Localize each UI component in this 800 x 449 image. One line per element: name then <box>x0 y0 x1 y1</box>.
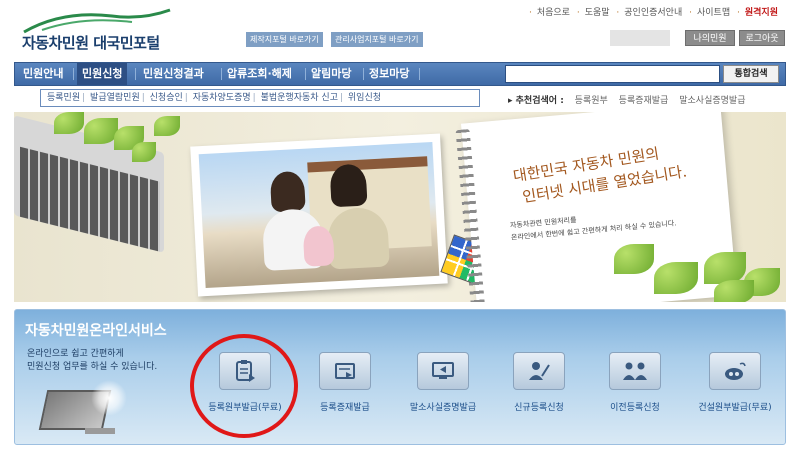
my-page-button[interactable]: 나의민원 <box>685 30 735 46</box>
submenu-registration[interactable]: 등록민원 <box>47 93 80 103</box>
leaf-decoration <box>132 142 156 162</box>
hero-banner: 대한민국 자동차 민원의 인터넷 시대를 열었습니다. 자동차관련 민원처리를 … <box>14 112 786 302</box>
leaf-decoration <box>154 116 180 136</box>
service-new-registration[interactable]: 신규등록신청 <box>499 352 579 422</box>
service-label: 건설원부발급(무료) <box>698 403 772 413</box>
keyword-link[interactable]: 등록증재발급 <box>619 96 669 106</box>
keyword-link[interactable]: 등록원부 <box>575 96 608 106</box>
submenu-issue-view[interactable]: 발급열람민원 <box>90 93 140 103</box>
main-navigation: 민원안내 민원신청 민원신청결과 압류조회·해제 알림마당 정보마당 통합검색 <box>14 62 786 86</box>
leaf-decoration <box>614 244 654 274</box>
logo-text: 자동차민원 대국민포털 <box>22 34 160 52</box>
remote-support-link[interactable]: 원격지원 <box>745 8 778 18</box>
service-label: 등록증재발급 <box>320 403 370 413</box>
nav-seizure-lookup[interactable]: 압류조회·해제 <box>227 63 292 85</box>
search-button[interactable]: 통합검색 <box>723 65 779 83</box>
service-label: 말소사실증명발급 <box>409 403 477 413</box>
service-certificate-reissue[interactable]: 등록증재발급 <box>305 352 385 422</box>
service-deregistration-cert[interactable]: 말소사실증명발급 <box>403 352 483 422</box>
document-reissue-icon <box>319 352 371 390</box>
nav-divider <box>363 68 364 80</box>
construction-icon <box>709 352 761 390</box>
nav-civil-guide[interactable]: 민원안내 <box>23 63 63 85</box>
service-description: 온라인으로 쉽고 간편하게 민원신청 업무를 하실 수 있습니다. <box>27 348 157 374</box>
service-label: 신규등록신청 <box>514 403 564 413</box>
light-burst <box>91 380 127 416</box>
nav-application-results[interactable]: 민원신청결과 <box>143 63 204 85</box>
leaf-decoration <box>714 280 754 302</box>
utility-links: · 처음으로 · 도움말 · 공인인증서안내 · 사이트맵 · 원격지원 <box>528 8 778 18</box>
user-name-redacted <box>610 30 670 46</box>
leaf-decoration <box>654 262 698 294</box>
submenu-illegal-report[interactable]: 불법운행자동차 신고 <box>261 93 338 103</box>
service-desc-line-2: 민원신청 업무를 하실 수 있습니다. <box>27 362 158 372</box>
nav-notice[interactable]: 알림마당 <box>311 63 351 85</box>
family-photo <box>190 133 448 297</box>
red-highlight-circle <box>190 334 298 438</box>
people-transfer-icon <box>609 352 661 390</box>
nav-divider <box>221 68 222 80</box>
person-image <box>269 170 306 213</box>
home-link[interactable]: 처음으로 <box>537 8 570 18</box>
recommend-label: ▸ 추천검색어 : <box>508 96 564 106</box>
logo-arc-icon <box>23 8 171 34</box>
certificate-guide-link[interactable]: 공인인증서안내 <box>624 8 682 18</box>
service-desc-line-1: 온라인으로 쉽고 간편하게 <box>27 349 124 359</box>
service-label: 이전등록신청 <box>610 403 660 413</box>
service-construction-copy[interactable]: 건설원부발급(무료) <box>695 352 775 422</box>
business-portal-link[interactable]: 관리사업지포털 바로가기 <box>331 32 423 47</box>
service-transfer-registration[interactable]: 이전등록신청 <box>595 352 675 422</box>
leaf-decoration <box>54 112 84 134</box>
sub-navigation: 등록민원 | 발급열람민원 | 신청승인 | 자동차양도증명 | 불법운행자동차 신고 |… <box>40 89 480 107</box>
maker-portal-link[interactable]: 제작지포털 바로가기 <box>246 32 323 47</box>
hero-slogan: 대한민국 자동차 민원의 인터넷 시대를 열었습니다. <box>512 139 689 209</box>
nav-divider <box>73 68 74 80</box>
logout-button[interactable]: 로그아웃 <box>739 30 785 46</box>
nav-information[interactable]: 정보마당 <box>369 63 409 85</box>
site-header: 자동차민원 대국민포털 제작지포털 바로가기 관리사업지포털 바로가기 · 처음으… <box>0 0 800 58</box>
hero-description: 자동차관련 민원처리를 온라인에서 한번에 쉽고 간편하게 처리 하실 수 있습… <box>510 205 677 243</box>
submenu-approval[interactable]: 신청승인 <box>150 93 183 103</box>
online-service-panel: 자동차민원온라인서비스 온라인으로 쉽고 간편하게 민원신청 업무를 하실 수 … <box>14 309 786 445</box>
person-pen-icon <box>513 352 565 390</box>
submenu-transfer-cert[interactable]: 자동차양도증명 <box>193 93 251 103</box>
recommended-keywords: ▸ 추천검색어 : 등록원부 등록증재발급 말소사실증명발급 <box>508 93 745 106</box>
site-logo[interactable]: 자동차민원 대국민포털 <box>22 8 182 52</box>
monitor-arrow-icon <box>417 352 469 390</box>
monitor-stand <box>85 428 115 434</box>
nav-divider <box>135 68 136 80</box>
submenu-delegation[interactable]: 위임신청 <box>348 93 381 103</box>
leaf-decoration <box>84 118 118 144</box>
keyword-link[interactable]: 말소사실증명발급 <box>679 96 745 106</box>
sitemap-link[interactable]: 사이트맵 <box>697 8 730 18</box>
nav-civil-application[interactable]: 민원신청 <box>77 63 128 85</box>
nav-divider <box>305 68 306 80</box>
service-title: 자동차민원온라인서비스 <box>25 323 167 339</box>
nav-divider <box>419 68 420 80</box>
search-input[interactable] <box>505 65 720 83</box>
help-link[interactable]: 도움말 <box>585 8 610 18</box>
